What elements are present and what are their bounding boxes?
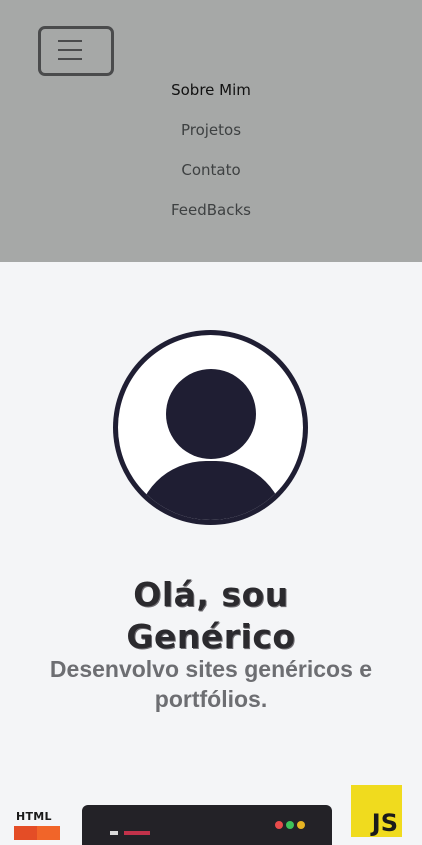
- nav-link-sobre-mim[interactable]: Sobre Mim: [0, 78, 422, 118]
- avatar-head: [166, 369, 256, 459]
- laptop-code-illustration: [82, 805, 332, 845]
- js-logo-text: JS: [371, 809, 398, 837]
- nav-link-projetos[interactable]: Projetos: [0, 118, 422, 158]
- code-line: [124, 831, 150, 835]
- javascript-logo-icon: JS: [351, 785, 402, 837]
- window-dot-yellow: [297, 821, 305, 829]
- hamburger-icon-bar: [58, 58, 82, 60]
- navbar: Sobre Mim Projetos Contato FeedBacks: [0, 0, 422, 262]
- html-logo-text: HTML: [16, 810, 52, 823]
- code-line: [110, 831, 118, 835]
- menu-toggle-button[interactable]: [38, 26, 114, 76]
- html5-logo-icon: HTML: [14, 810, 62, 840]
- nav-link-contato[interactable]: Contato: [0, 158, 422, 198]
- window-dot-green: [286, 821, 294, 829]
- nav-menu: Sobre Mim Projetos Contato FeedBacks: [0, 78, 422, 238]
- hamburger-icon-bar: [58, 49, 82, 51]
- hamburger-icon: [58, 40, 82, 42]
- hero-subtitle: Desenvolvo sites genéricos e portfólios.: [49, 656, 373, 712]
- nav-link-feedbacks[interactable]: FeedBacks: [0, 198, 422, 238]
- html-shield-icon: [14, 826, 60, 840]
- hero-title-line1: Olá, sou: [133, 575, 289, 615]
- hero-title-line2: Genérico: [126, 617, 296, 657]
- avatar: [113, 330, 308, 525]
- avatar-body: [136, 461, 286, 520]
- avatar-inner: [118, 335, 303, 520]
- window-dot-red: [275, 821, 283, 829]
- hero-title: Olá, sou Genérico: [0, 574, 422, 658]
